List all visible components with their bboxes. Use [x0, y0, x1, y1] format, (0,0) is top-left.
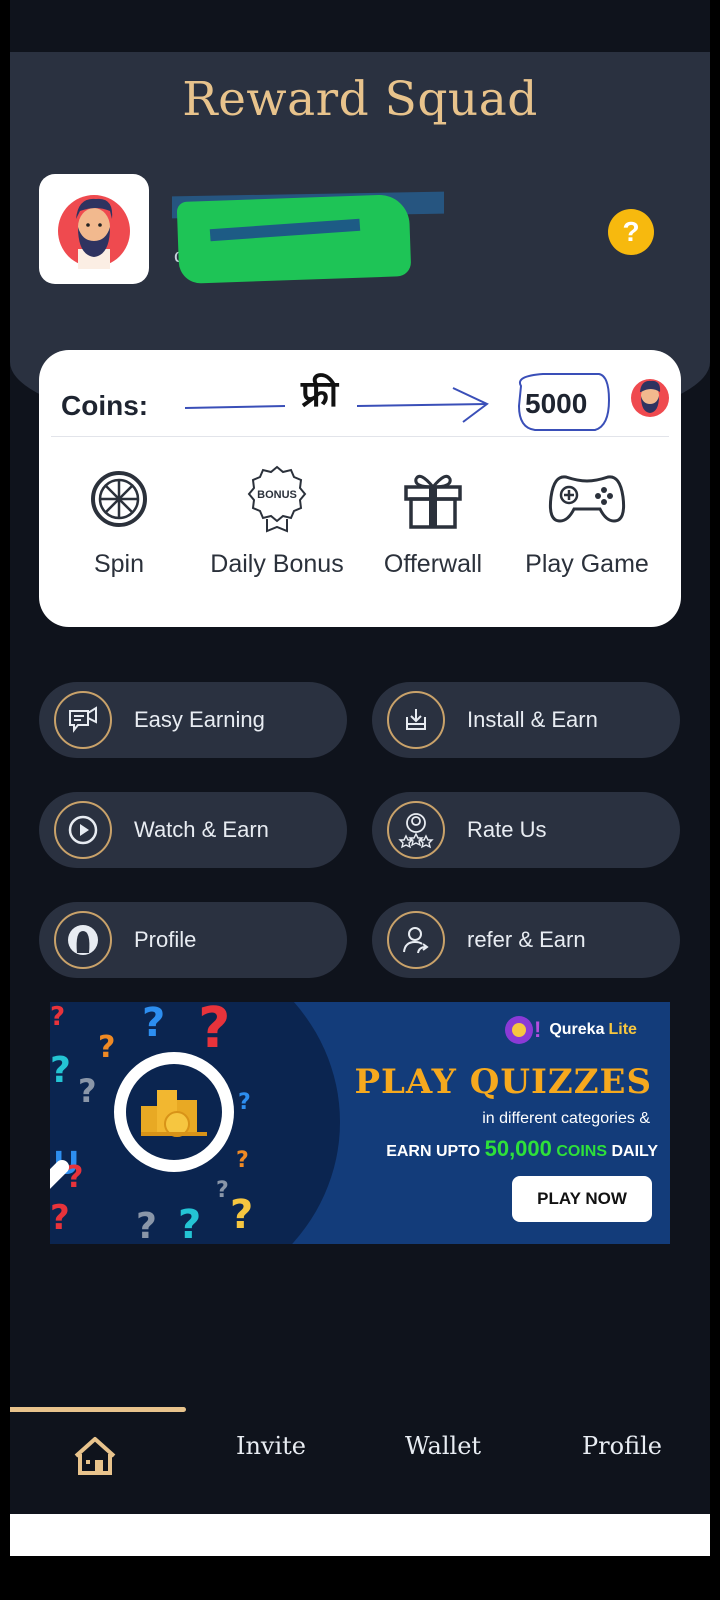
ad-earn-prefix: EARN UPTO — [386, 1143, 481, 1160]
ad-earn-line: EARN UPTO 50,000 COINS DAILY — [386, 1136, 658, 1162]
nav-invite[interactable]: Invite — [216, 1432, 326, 1460]
action-offerwall[interactable]: Offerwall — [353, 462, 513, 579]
question-mark-decoration-icon: ? — [230, 1192, 254, 1238]
menu-label: Easy Earning — [134, 707, 265, 732]
play-circle-icon — [68, 815, 98, 845]
megaphone-chat-icon — [69, 706, 97, 733]
coin-avatar-icon — [631, 379, 669, 417]
ad-headline: PLAY QUIZZES — [354, 1062, 652, 1102]
card-divider — [51, 436, 669, 437]
action-label: Play Game — [525, 550, 649, 578]
question-mark-icon: ? — [622, 216, 640, 247]
action-label: Daily Bonus — [210, 550, 344, 578]
menu-label: Watch & Earn — [134, 817, 269, 842]
ad-brand-name: Qureka — [549, 1021, 605, 1038]
user-share-icon — [403, 927, 429, 954]
ad-brand-suffix: Lite — [608, 1021, 637, 1038]
nav-home[interactable] — [70, 1436, 120, 1482]
action-play-game[interactable]: Play Game — [507, 462, 667, 579]
action-daily-bonus[interactable]: BONUS Daily Bonus — [197, 462, 357, 579]
menu-install-earn[interactable]: Install & Earn — [372, 682, 680, 758]
ad-brand: ! Qureka Lite — [505, 1016, 637, 1044]
help-button[interactable]: ? — [608, 209, 654, 255]
spin-wheel-icon — [91, 471, 147, 527]
question-mark-decoration-icon: ? — [136, 1206, 157, 1244]
ad-banner[interactable]: ? ? ? ? ? ? ? ∪ ? ? ? ? ? ? ? ! Qureka — [50, 1002, 670, 1244]
app-screen: Reward Squad C d m .com ? Coins: फ्री 50 — [10, 0, 710, 1516]
question-mark-decoration-icon: ? — [50, 1050, 71, 1091]
question-mark-decoration-icon: ? — [50, 1198, 70, 1238]
ad-earn-suffix: DAILY — [611, 1143, 658, 1160]
ad-subline: in different categories & — [482, 1110, 650, 1127]
menu-label: Rate Us — [467, 817, 547, 842]
menu-label: refer & Earn — [467, 927, 586, 952]
free-annotation-text: फ्री — [301, 374, 339, 415]
ad-play-now-button[interactable]: PLAY NOW — [512, 1176, 652, 1222]
qureka-logo-icon — [505, 1016, 533, 1044]
question-mark-decoration-icon: ? — [78, 1072, 97, 1110]
menu-rate-us[interactable]: Rate Us — [372, 792, 680, 868]
gift-icon — [404, 474, 462, 529]
menu-label: Install & Earn — [467, 707, 598, 732]
profile-silhouette-icon — [68, 925, 98, 955]
bearded-man-avatar-icon — [58, 195, 130, 269]
nav-wallet[interactable]: Wallet — [388, 1432, 498, 1460]
svg-text:BONUS: BONUS — [257, 489, 297, 501]
menu-profile[interactable]: Profile — [39, 902, 347, 978]
ad-earn-unit: COINS — [556, 1143, 608, 1160]
menu-label: Profile — [134, 927, 197, 952]
question-mark-decoration-icon: ? — [198, 1002, 231, 1061]
question-mark-decoration-icon: ? — [236, 1148, 249, 1173]
ad-earn-amount: 50,000 — [484, 1136, 552, 1161]
magnifier-icon — [114, 1052, 234, 1172]
question-mark-decoration-icon: ? — [142, 1002, 166, 1046]
app-title: Reward Squad — [182, 72, 538, 127]
question-mark-decoration-icon: ? — [98, 1030, 116, 1065]
coins-card: Coins: फ्री 5000 Spin BONUS Daily Bonus … — [39, 350, 681, 627]
action-label: Spin — [93, 550, 145, 578]
download-tray-icon — [406, 709, 426, 730]
user-avatar[interactable] — [39, 174, 149, 284]
system-bar-area — [10, 1514, 710, 1556]
question-mark-decoration-icon: ? — [178, 1202, 202, 1244]
question-mark-decoration-icon: ? — [50, 1002, 66, 1032]
active-tab-indicator — [10, 1407, 186, 1412]
nav-profile[interactable]: Profile — [562, 1432, 682, 1460]
menu-watch-earn[interactable]: Watch & Earn — [39, 792, 347, 868]
bonus-badge-icon: BONUS — [247, 465, 307, 533]
menu-easy-earning[interactable]: Easy Earning — [39, 682, 347, 758]
home-icon — [74, 1437, 116, 1475]
qureka-logo-exclaim-icon: ! — [534, 1017, 542, 1042]
action-label: Offerwall — [383, 550, 483, 578]
gamepad-icon — [548, 475, 626, 523]
action-spin[interactable]: Spin — [39, 462, 199, 579]
user-stars-icon — [398, 813, 434, 849]
question-mark-decoration-icon: ? — [216, 1178, 229, 1203]
gold-coins-icon — [141, 1090, 207, 1137]
coins-value: 5000 — [525, 388, 588, 419]
question-mark-decoration-icon: ? — [238, 1090, 251, 1115]
menu-refer-earn[interactable]: refer & Earn — [372, 902, 680, 978]
status-bar — [10, 0, 710, 52]
bottom-nav: Invite Wallet Profile — [10, 1420, 710, 1512]
